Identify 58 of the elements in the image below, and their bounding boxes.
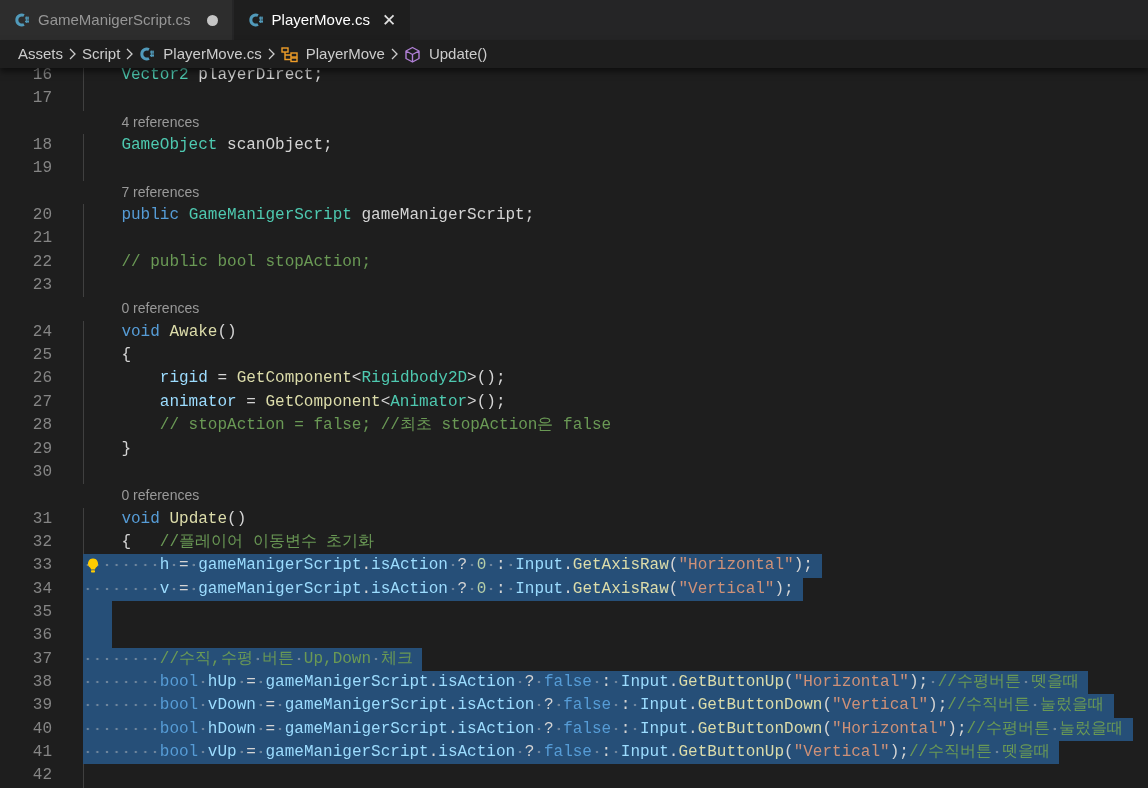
line-number: 35 (31, 601, 52, 623)
line-number: 17 (31, 88, 52, 110)
editor-tab[interactable]: PlayerMove.cs ✕ (233, 0, 410, 40)
code-line: Vector2 playerDirect; (120, 68, 324, 86)
csharp-file-icon (14, 12, 30, 28)
references-codelens[interactable]: 0 references (121, 487, 200, 504)
class-hierarchy-icon (280, 45, 298, 63)
line-number: 19 (31, 158, 52, 180)
breadcrumb-item[interactable]: Script (82, 42, 121, 66)
references-codelens[interactable]: 7 references (121, 183, 200, 200)
line-number: 28 (31, 415, 52, 437)
line-number: 33 (31, 555, 52, 577)
chevron-icon (67, 47, 78, 61)
code-line: GameObject scanObject; (120, 135, 333, 157)
line-number: 30 (31, 461, 52, 483)
lightbulb-icon[interactable] (85, 557, 101, 574)
line-number: 21 (31, 228, 52, 250)
line-number: 25 (31, 345, 52, 367)
code-line: { (120, 345, 131, 367)
line-number: 40 (31, 718, 52, 740)
editor-tab[interactable]: GameManigerScript.cs (0, 0, 232, 40)
breadcrumb-item[interactable]: Update() (428, 42, 488, 66)
code-line: void Awake() (120, 321, 237, 343)
references-codelens[interactable]: 0 references (121, 300, 200, 317)
code-line: public GameManigerScript gameManigerScript; (120, 205, 535, 227)
line-number: 38 (31, 671, 52, 693)
line-number: 22 (31, 251, 52, 273)
code-line: { //플레이어 이동변수 초기화 (120, 531, 375, 553)
line-number: 36 (31, 625, 52, 647)
breadcrumb-item[interactable]: Assets (18, 42, 63, 66)
close-icon[interactable]: ✕ (381, 11, 396, 29)
line-number: 42 (31, 765, 52, 787)
line-number: 34 (31, 578, 52, 600)
line-number: 39 (31, 695, 52, 717)
line-number: 20 (31, 205, 52, 227)
line-number: 16 (31, 68, 52, 86)
cube-icon (403, 45, 421, 63)
breadcrumb-item[interactable]: PlayerMove.cs (163, 42, 262, 66)
references-codelens[interactable]: 4 references (121, 113, 200, 130)
csharp-file-icon (139, 46, 156, 62)
line-number: 26 (31, 368, 52, 390)
code-line: } (120, 438, 131, 460)
code-line: void Update() (120, 508, 247, 530)
code-line: // public bool stopAction; (120, 251, 372, 273)
csharp-file-icon (247, 12, 264, 28)
line-number: 31 (31, 508, 52, 530)
breadcrumb-item[interactable]: PlayerMove (305, 42, 385, 66)
line-number: 41 (31, 741, 52, 763)
code-line: rigid = GetComponent<Rigidbody2D>(); (158, 368, 506, 390)
line-number: 24 (31, 321, 52, 343)
line-number: 27 (31, 391, 52, 413)
code-line: animator = GetComponent<Animator>(); (158, 391, 506, 413)
line-number: 23 (31, 275, 52, 297)
line-number: 32 (31, 531, 52, 553)
code-line: // stopAction = false; //최초 stopAction은 false (158, 415, 612, 437)
line-number: 18 (31, 135, 52, 157)
line-number: 37 (31, 648, 52, 670)
line-number: 29 (31, 438, 52, 460)
